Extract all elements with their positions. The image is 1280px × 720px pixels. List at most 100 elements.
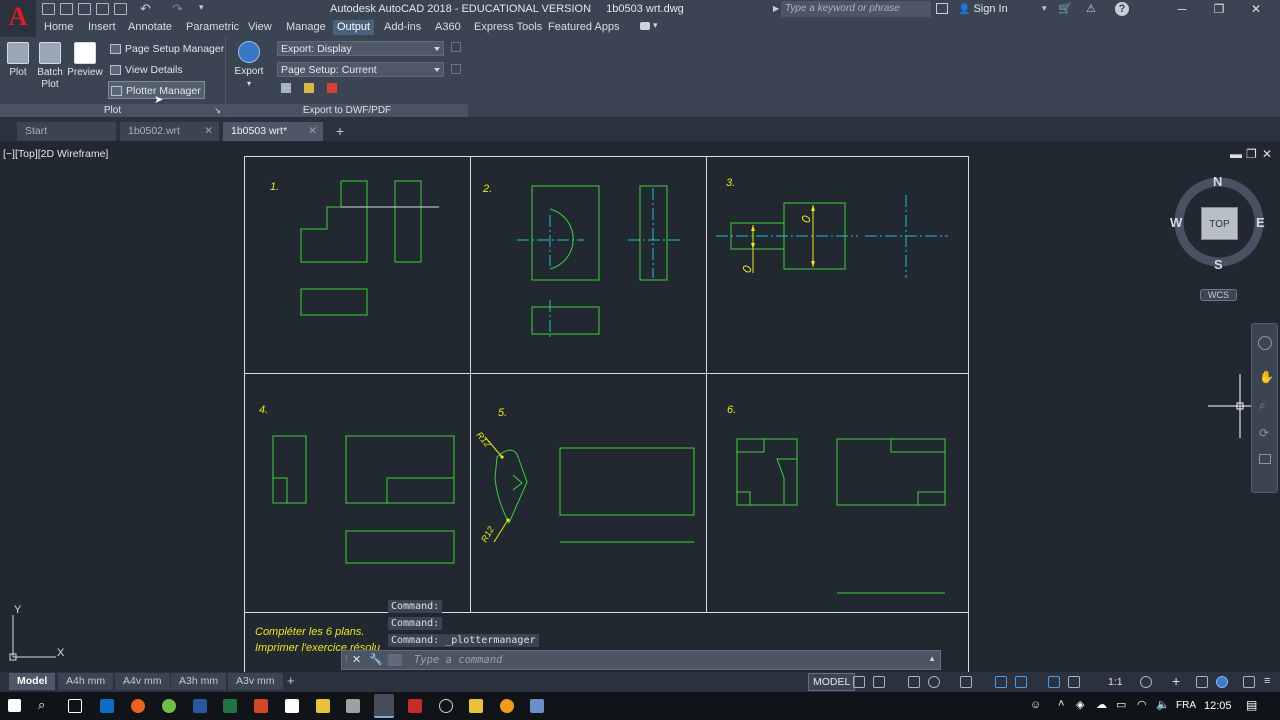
workspace-gear-icon[interactable] xyxy=(1140,676,1152,688)
export-button[interactable]: Export ▾ xyxy=(232,41,266,90)
export-display-select[interactable]: Export: Display xyxy=(277,41,444,56)
steering-wheel-icon[interactable] xyxy=(1258,336,1272,350)
command-input[interactable]: Type a command xyxy=(414,654,503,666)
view-details-button[interactable]: View Details xyxy=(108,61,183,79)
minimize-button[interactable]: ─ xyxy=(1166,0,1198,19)
tab-manage[interactable]: Manage xyxy=(286,21,326,33)
layout-tab-model[interactable]: Model xyxy=(9,673,56,690)
clean-screen-icon[interactable] xyxy=(1243,676,1255,688)
app-icon[interactable] xyxy=(316,699,330,713)
compass-west[interactable]: W xyxy=(1170,215,1182,230)
pan-icon[interactable]: ✋ xyxy=(1259,370,1274,384)
tab-home[interactable]: Home xyxy=(44,21,73,33)
search-expand-icon[interactable]: ▶ xyxy=(773,4,779,13)
outlook-icon[interactable] xyxy=(100,699,114,713)
people-icon[interactable]: ☺ xyxy=(1030,699,1041,711)
wifi-icon[interactable]: ◠ xyxy=(1137,698,1147,711)
customize-icon[interactable]: 🔧 xyxy=(369,653,383,666)
batch-plot-button[interactable]: Batch Plot xyxy=(35,42,65,91)
tab-options-dropdown-icon[interactable]: ▾ xyxy=(653,20,658,31)
cart-icon[interactable]: 🛒 xyxy=(1058,2,1072,15)
zoom-icon[interactable]: ⌕ xyxy=(1259,398,1266,413)
language-indicator[interactable]: FRA xyxy=(1176,700,1196,711)
help-icon[interactable]: ? xyxy=(1115,2,1129,16)
search-icon[interactable]: ⌕ xyxy=(38,697,45,713)
snap-icon[interactable] xyxy=(873,676,885,688)
compass-east[interactable]: E xyxy=(1256,215,1265,230)
chevron-up-icon[interactable]: ˄ xyxy=(1058,698,1064,710)
qat-menu-icon[interactable]: ▾ xyxy=(199,2,204,13)
doc-tab-start[interactable]: Start xyxy=(17,122,116,141)
plot-button[interactable]: Plot xyxy=(5,42,31,79)
panel-launcher-icon[interactable]: ↘ xyxy=(214,104,221,117)
tab-express-tools[interactable]: Express Tools xyxy=(474,21,542,33)
battery-icon[interactable]: ▭ xyxy=(1116,698,1126,711)
viewcube-top-face[interactable]: TOP xyxy=(1201,207,1238,240)
annotation-monitor-icon[interactable]: + xyxy=(1172,673,1180,689)
app-icon[interactable] xyxy=(408,699,422,713)
customization-menu-icon[interactable]: ≡ xyxy=(1264,675,1270,687)
app-icon[interactable] xyxy=(530,699,544,713)
annotation-autoscale-icon[interactable] xyxy=(1068,676,1080,688)
orbit-icon[interactable]: ⟳ xyxy=(1259,426,1269,440)
preview-button[interactable]: Preview xyxy=(67,42,103,79)
close-icon[interactable]: ✕ xyxy=(308,122,317,141)
ortho-icon[interactable] xyxy=(908,676,920,688)
compass-north[interactable]: N xyxy=(1213,174,1222,189)
app-icon[interactable] xyxy=(439,699,453,713)
task-view-icon[interactable] xyxy=(68,699,82,713)
layout-tab-a3h[interactable]: A3h mm xyxy=(171,673,227,690)
grid-icon[interactable] xyxy=(853,676,865,688)
search-input[interactable]: Type a keyword or phrase xyxy=(781,1,931,17)
open-file-icon[interactable] xyxy=(60,3,73,15)
tab-insert[interactable]: Insert xyxy=(88,21,116,33)
save-icon[interactable] xyxy=(78,3,91,15)
viewport-close-icon[interactable]: ✕ xyxy=(1262,147,1272,161)
osnap-icon[interactable] xyxy=(960,676,972,688)
annotation-visibility-icon[interactable] xyxy=(995,676,1007,688)
annotation-scale-value[interactable]: 1:1 xyxy=(1108,676,1123,688)
app-icon[interactable] xyxy=(500,699,514,713)
autocad-taskbar-icon[interactable] xyxy=(374,694,394,718)
units-icon[interactable] xyxy=(1196,676,1208,688)
batch-publish-icon[interactable] xyxy=(281,83,291,93)
exchange-icon[interactable]: ⚠ xyxy=(1086,2,1096,15)
onedrive-icon[interactable]: ☁ xyxy=(1096,698,1107,711)
page-setup-select[interactable]: Page Setup: Current xyxy=(277,62,444,77)
annotation-scale-icon[interactable] xyxy=(1048,676,1060,688)
close-button[interactable]: ✕ xyxy=(1240,0,1272,19)
sign-in-dropdown-icon[interactable]: ▾ xyxy=(1042,3,1047,14)
chevron-up-icon[interactable]: ▲ xyxy=(928,654,936,663)
file-explorer-icon[interactable] xyxy=(469,699,483,713)
layout-tab-a4v[interactable]: A4v mm xyxy=(115,673,170,690)
tab-featured-apps[interactable]: Featured Apps xyxy=(548,21,620,33)
dropbox-icon[interactable]: ◈ xyxy=(1076,698,1084,711)
wcs-menu[interactable]: WCS xyxy=(1200,289,1237,301)
command-line[interactable]: ⁞ ✕ 🔧 Type a command ▲ xyxy=(341,650,941,670)
plot-icon[interactable] xyxy=(114,3,127,15)
tab-add-ins[interactable]: Add-ins xyxy=(384,21,421,33)
drawing-canvas[interactable]: 1. 2. 3. 4. 5. 6. R12 R12 Compléter les … xyxy=(0,145,1280,672)
windows-start-icon[interactable] xyxy=(8,699,21,712)
binoculars-icon[interactable] xyxy=(936,3,948,14)
doc-tab-1b0502[interactable]: 1b0502.wrt ✕ xyxy=(120,122,219,141)
tab-parametric[interactable]: Parametric xyxy=(186,21,239,33)
close-icon[interactable]: ✕ xyxy=(352,653,361,666)
tab-annotate[interactable]: Annotate xyxy=(128,21,172,33)
app-icon[interactable] xyxy=(346,699,360,713)
redo-icon[interactable]: ↷ xyxy=(172,1,183,17)
maximize-button[interactable]: ❐ xyxy=(1203,0,1235,19)
tab-view[interactable]: View xyxy=(248,21,272,33)
application-menu-button[interactable]: A xyxy=(0,0,36,37)
model-space-button[interactable]: MODEL xyxy=(808,673,856,691)
compass-south[interactable]: S xyxy=(1214,257,1223,272)
page-setup-manager-button[interactable]: Page Setup Manager xyxy=(108,40,224,58)
export-option-icon[interactable] xyxy=(451,42,461,52)
grip-icon[interactable]: ⁞ xyxy=(345,654,348,664)
new-tab-button[interactable]: + xyxy=(331,122,349,140)
clock[interactable]: 12:05 xyxy=(1204,700,1232,712)
showmotion-icon[interactable] xyxy=(1259,454,1271,464)
add-layout-button[interactable]: + xyxy=(287,673,295,688)
tab-options-icon[interactable] xyxy=(640,22,650,30)
viewport-minimize-icon[interactable]: ▬ xyxy=(1230,147,1242,161)
